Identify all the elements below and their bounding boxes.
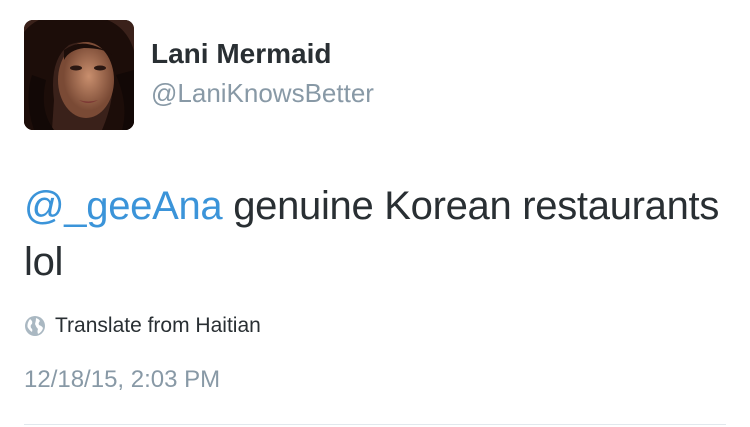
user-handle[interactable]: @LaniKnowsBetter — [151, 78, 374, 109]
globe-icon — [24, 315, 46, 337]
translate-label: Translate from Haitian — [55, 314, 261, 337]
timestamp[interactable]: 12/18/15, 2:03 PM — [24, 366, 220, 394]
tweet-text: @_geeAna genuine Korean restaurants lol — [24, 178, 724, 290]
avatar-image — [24, 20, 134, 130]
divider — [24, 424, 726, 425]
display-name[interactable]: Lani Mermaid — [151, 38, 331, 70]
translate-link[interactable]: Translate from Haitian — [24, 313, 261, 339]
mention-link[interactable]: @_geeAna — [24, 184, 223, 228]
avatar[interactable] — [24, 20, 134, 130]
tweet: Lani Mermaid @LaniKnowsBetter @_geeAna g… — [0, 0, 750, 427]
